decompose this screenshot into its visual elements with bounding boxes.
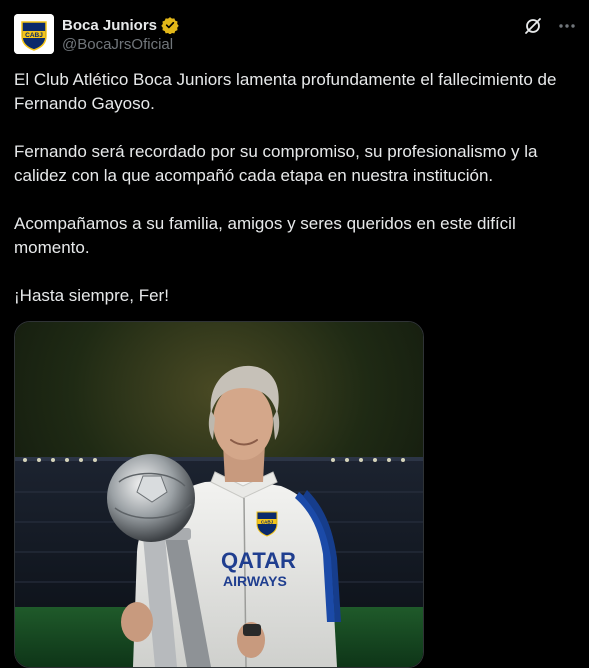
display-name[interactable]: Boca Juniors [62,17,157,34]
post-paragraph: Acompañamos a su familia, amigos y seres… [14,214,521,257]
author-info: Boca Juniors @BocaJrsOficial [62,15,179,53]
post-text: El Club Atlético Boca Juniors lamenta pr… [14,68,580,332]
verified-badge-icon [161,16,179,35]
grok-icon[interactable] [523,16,543,36]
avatar-crest-text: CABJ [25,32,43,39]
post-header: CABJ Boca Juniors @BocaJrsOficial [14,14,577,58]
post-paragraph: ¡Hasta siempre, Fer! [14,286,169,305]
jacket-sponsor-line1: QATAR [221,548,296,573]
jacket-sponsor-line2: AIRWAYS [223,573,287,589]
header-actions [523,16,577,36]
post-paragraph: El Club Atlético Boca Juniors lamenta pr… [14,70,562,113]
post-photo[interactable]: CABJ QATAR AIRWAYS [14,321,424,668]
author-handle[interactable]: @BocaJrsOficial [62,36,179,53]
more-options-icon[interactable] [557,16,577,36]
post-paragraph: Fernando será recordado por su compromis… [14,142,543,185]
avatar[interactable]: CABJ [14,14,54,54]
jacket-crest-text: CABJ [261,520,274,525]
